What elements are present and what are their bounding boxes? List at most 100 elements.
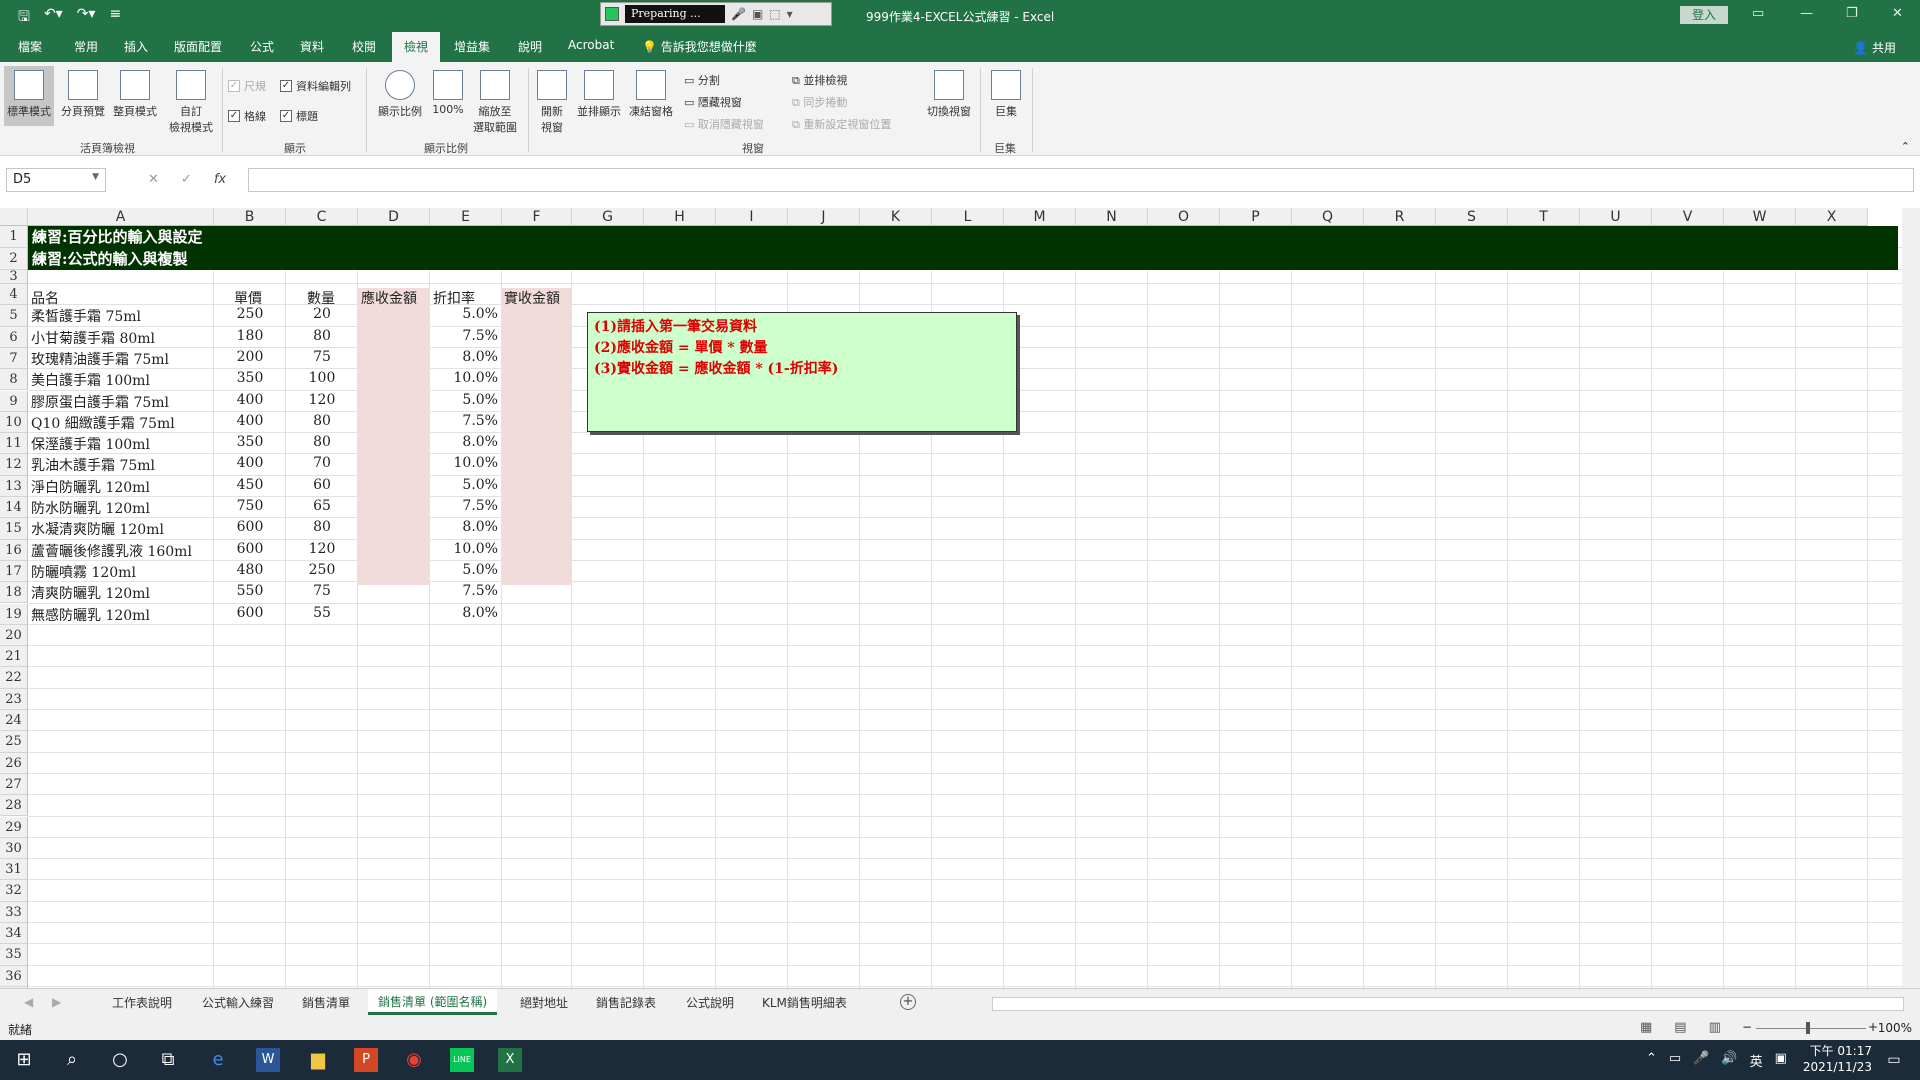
cell-discount[interactable]: 8.0% (430, 349, 498, 365)
row-header[interactable]: 35 (0, 944, 28, 966)
instructions-textbox[interactable]: (1)請插入第一筆交易資料 (2)應收金額 = 單價 * 數量 (3)實收金額 … (587, 312, 1017, 432)
cell-product-name[interactable]: 無感防曬乳 120ml (31, 605, 211, 625)
row-header[interactable]: 26 (0, 752, 28, 774)
tab-review[interactable]: 校閱 (348, 38, 380, 55)
cell-product-name[interactable]: 膠原蛋白護手霜 75ml (31, 392, 211, 412)
cell-price[interactable]: 400 (214, 455, 286, 471)
word-icon[interactable]: W (256, 1048, 280, 1072)
cortana-icon[interactable]: ○ (108, 1048, 132, 1072)
header-qty[interactable]: 數量 (307, 288, 335, 308)
horizontal-scrollbar[interactable] (992, 997, 1904, 1011)
screen-recorder-widget[interactable]: Preparing ... 🎤 ▣ ⬚ ▾ (600, 2, 832, 26)
cell-discount[interactable]: 7.5% (430, 413, 498, 429)
row-header[interactable]: 30 (0, 837, 28, 860)
row-header[interactable]: 34 (0, 923, 28, 945)
cell-discount[interactable]: 10.0% (430, 541, 498, 557)
camera-icon[interactable]: ▣ (752, 7, 763, 21)
spreadsheet-grid[interactable]: ABCDEFGHIJKLMNOPQRSTUVWX 1 2 3 4 5 6 7 8 9 10 11 12… (0, 208, 1920, 988)
customize-qat-icon[interactable]: ≡ (109, 6, 121, 30)
tab-formulas[interactable]: 公式 (246, 38, 278, 55)
cell-price[interactable]: 450 (214, 477, 286, 493)
reset-window-position-button[interactable]: ⧉ 重新設定視窗位置 (792, 116, 891, 132)
row-header[interactable]: 11 (0, 433, 28, 455)
column-header-B[interactable]: B (214, 208, 286, 226)
tab-page-layout[interactable]: 版面配置 (170, 38, 226, 55)
collapse-ribbon-icon[interactable]: ⌃ (1901, 140, 1910, 153)
cell-discount[interactable]: 8.0% (430, 519, 498, 535)
row-header[interactable]: 19 (0, 603, 28, 625)
cell-discount[interactable]: 5.0% (430, 477, 498, 493)
row-header[interactable]: 4 (0, 284, 28, 306)
arrange-all-button[interactable]: 並排顯示 (574, 70, 624, 119)
cell-discount[interactable]: 8.0% (430, 605, 498, 621)
select-all-corner[interactable] (0, 208, 28, 226)
cell-discount[interactable]: 5.0% (430, 306, 498, 322)
cell-price[interactable]: 250 (214, 306, 286, 322)
undo-icon[interactable]: ↶▾ (44, 6, 63, 30)
page-layout-icon[interactable]: ▤ (1674, 1020, 1686, 1035)
macros-button[interactable]: 巨集 (986, 70, 1026, 119)
zoom-level[interactable]: 100% (1878, 1021, 1912, 1035)
cell-product-name[interactable]: Q10 細緻護手霜 75ml (31, 413, 211, 433)
cell-price[interactable]: 400 (214, 392, 286, 408)
zoom-slider-thumb[interactable] (1806, 1022, 1810, 1034)
column-header-H[interactable]: H (644, 208, 716, 226)
tell-me-search[interactable]: 💡 告訴我您想做什麼 (638, 38, 761, 55)
cell-qty[interactable]: 120 (286, 392, 358, 408)
cell-price[interactable]: 600 (214, 541, 286, 557)
sheet-tab[interactable]: 公式說明 (686, 994, 734, 1011)
zoom-out-icon[interactable]: − (1742, 1020, 1752, 1034)
row-header[interactable]: 36 (0, 965, 28, 987)
file-explorer-icon[interactable]: ▆ (306, 1048, 330, 1072)
region-icon[interactable]: ⬚ (769, 7, 780, 21)
tab-home[interactable]: 常用 (70, 38, 102, 55)
cell-product-name[interactable]: 蘆薈曬後修護乳液 160ml (31, 541, 211, 561)
ime-icon[interactable]: ▣ (1775, 1051, 1787, 1070)
custom-views-button[interactable]: 自訂 檢視模式 (164, 70, 218, 135)
column-header-S[interactable]: S (1436, 208, 1508, 226)
row-header[interactable]: 24 (0, 710, 28, 732)
cell-qty[interactable]: 20 (286, 306, 358, 322)
header-name[interactable]: 品名 (31, 288, 59, 308)
zoom-slider[interactable] (1756, 1028, 1866, 1029)
sheet-tab[interactable]: KLM銷售明細表 (762, 994, 847, 1011)
excel-icon[interactable]: X (498, 1048, 522, 1072)
sheet-tab[interactable]: 絕對地址 (520, 994, 568, 1011)
cell-discount[interactable]: 5.0% (430, 562, 498, 578)
save-icon[interactable]: 🖫 (18, 6, 30, 30)
column-header-X[interactable]: X (1796, 208, 1868, 226)
formula-input[interactable] (248, 168, 1914, 192)
cell-discount[interactable]: 5.0% (430, 392, 498, 408)
tab-acrobat[interactable]: Acrobat (564, 38, 618, 52)
row-header[interactable]: 12 (0, 454, 28, 476)
cell-discount[interactable]: 10.0% (430, 455, 498, 471)
column-header-V[interactable]: V (1652, 208, 1724, 226)
clock[interactable]: 下午 01:17 2021/11/23 (1803, 1043, 1872, 1075)
cell-qty[interactable]: 60 (286, 477, 358, 493)
cell-qty[interactable]: 250 (286, 562, 358, 578)
page-break-preview-button[interactable]: 分頁預覽 (58, 70, 108, 119)
redo-icon[interactable]: ↷▾ (77, 6, 96, 30)
enter-icon[interactable]: ✓ (181, 172, 192, 187)
column-header-I[interactable]: I (716, 208, 788, 226)
row-header[interactable]: 17 (0, 560, 28, 583)
line-icon[interactable]: LINE (450, 1048, 474, 1072)
column-header-E[interactable]: E (430, 208, 502, 226)
sheet-tab[interactable]: 銷售記錄表 (596, 994, 656, 1011)
tab-help[interactable]: 說明 (514, 38, 546, 55)
cell-price[interactable]: 350 (214, 370, 286, 386)
recorder-menu-icon[interactable]: ▾ (787, 7, 793, 21)
column-header-G[interactable]: G (572, 208, 644, 226)
cell-discount[interactable]: 7.5% (430, 583, 498, 599)
row-header[interactable]: 27 (0, 773, 28, 796)
chrome-icon[interactable]: ◉ (402, 1048, 426, 1072)
tab-insert[interactable]: 插入 (120, 38, 152, 55)
microphone-icon[interactable]: 🎤 (731, 7, 746, 21)
cell-qty[interactable]: 75 (286, 583, 358, 599)
cell-product-name[interactable]: 柔皙護手霜 75ml (31, 306, 211, 326)
row-header[interactable]: 15 (0, 518, 28, 540)
new-window-button[interactable]: 開新 視窗 (532, 70, 572, 135)
row-header[interactable]: 7 (0, 347, 28, 370)
column-header-P[interactable]: P (1220, 208, 1292, 226)
cell-price[interactable]: 600 (214, 519, 286, 535)
